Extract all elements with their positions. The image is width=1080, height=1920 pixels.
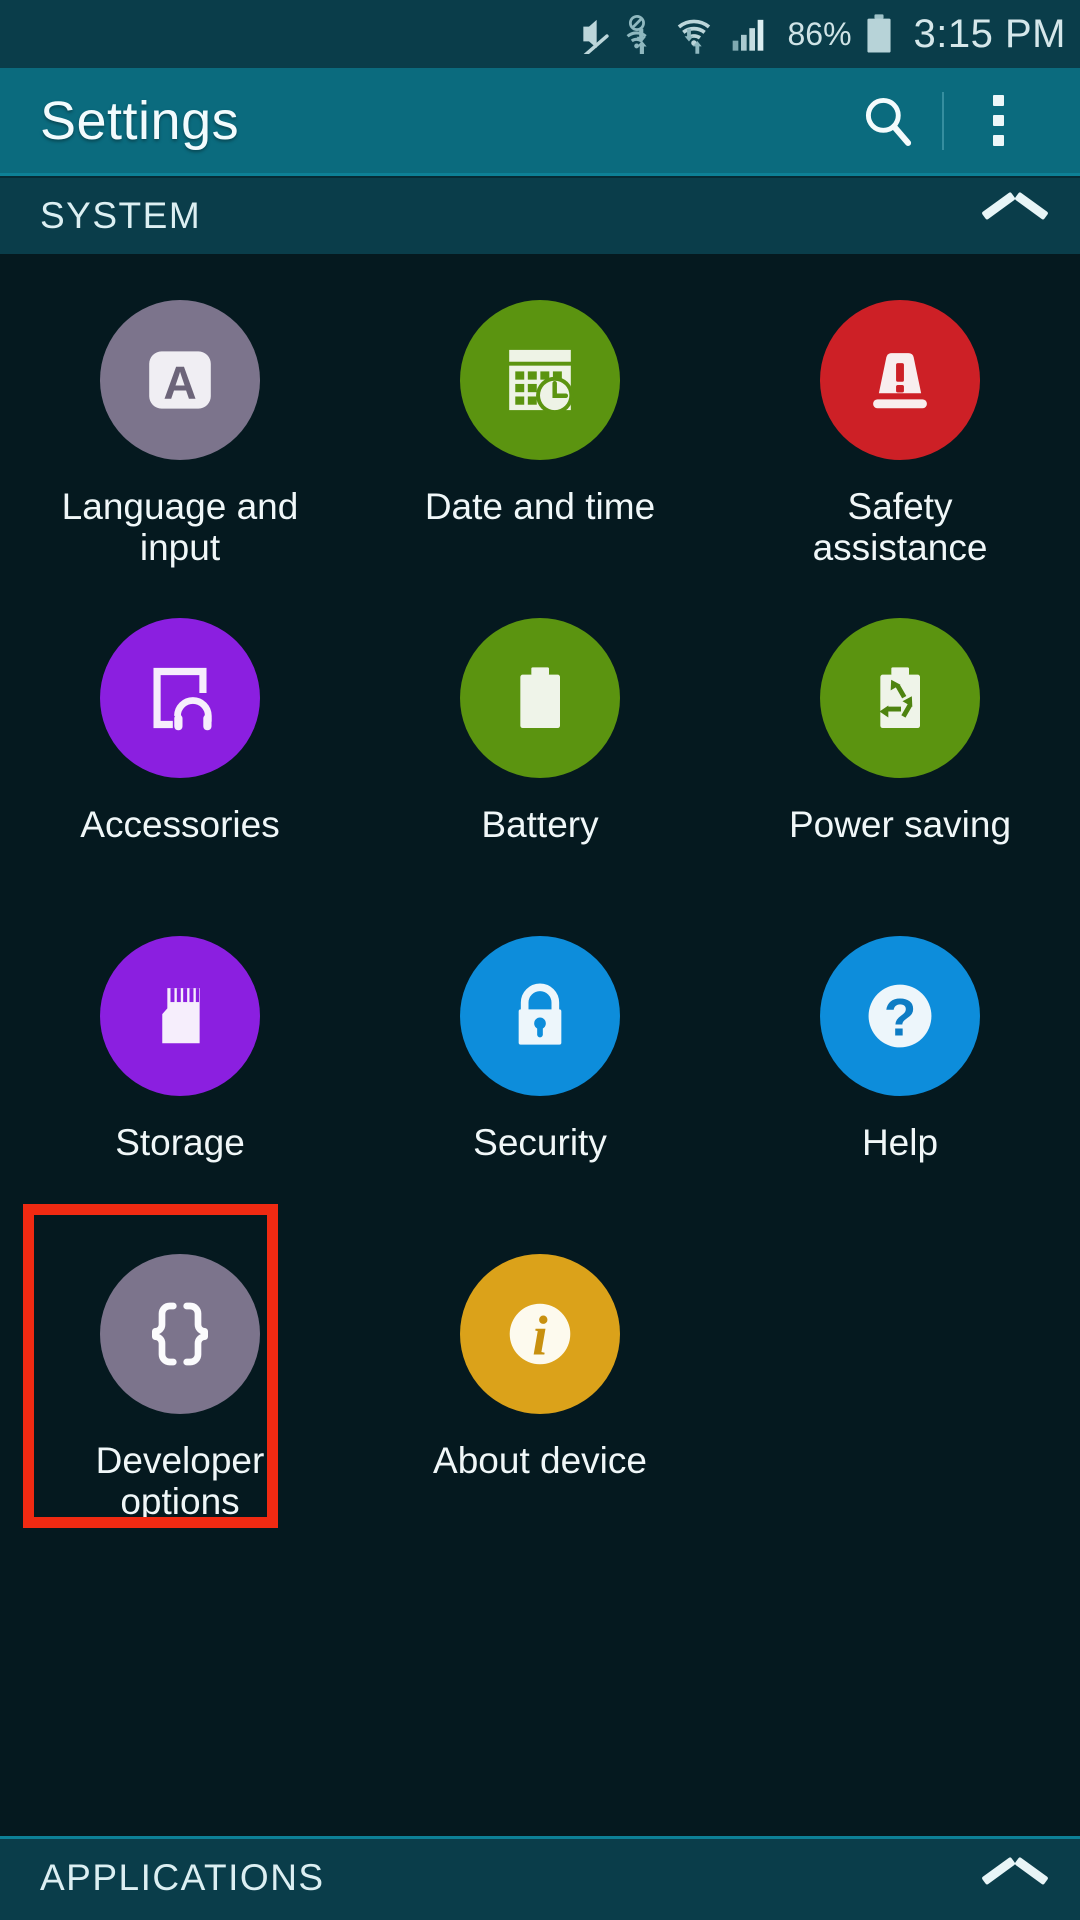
tile-label: Date and time [424, 486, 656, 527]
tile-label: Security [473, 1122, 607, 1163]
tile-badge: i [460, 1254, 620, 1414]
tile-label: Language and input [61, 486, 299, 569]
info-icon: i [509, 1303, 571, 1368]
power-saving-icon [879, 667, 920, 728]
page-title: Settings [40, 90, 240, 151]
tile-label: Accessories [80, 804, 280, 845]
tile-badge: A [100, 300, 260, 460]
tile-language-and-input[interactable]: A Language and input [0, 262, 360, 580]
section-header-system[interactable]: SYSTEM [0, 176, 1080, 254]
tile-date-and-time[interactable]: Date and time [360, 262, 720, 580]
status-bar: 86% 3:15 PM [0, 0, 1080, 68]
tile-badge [100, 936, 260, 1096]
lock-icon [518, 983, 562, 1045]
search-icon [865, 97, 912, 146]
chevron-up-icon[interactable] [984, 1861, 1046, 1901]
question-mark-icon: ? [868, 984, 932, 1048]
tile-about-device[interactable]: i About device [360, 1216, 720, 1534]
language-input-icon: A [149, 351, 211, 409]
section-header-applications[interactable]: APPLICATIONS [0, 1836, 1080, 1920]
signal-bars-icon [733, 19, 764, 51]
tile-label: About device [433, 1440, 647, 1481]
tile-label: Developer options [95, 1440, 265, 1523]
action-bar-divider [942, 91, 944, 150]
curly-braces-icon [152, 1302, 209, 1366]
action-bar-actions [840, 73, 1046, 169]
safety-beacon-icon [873, 353, 927, 409]
tile-security[interactable]: Security [360, 898, 720, 1216]
tile-label: Safety assistance [812, 486, 988, 569]
status-icons: 86% 3:15 PM [575, 12, 1066, 57]
clock-label: 3:15 PM [913, 11, 1066, 56]
tile-help[interactable]: ? Help [720, 898, 1080, 1216]
overflow-menu-button[interactable] [950, 73, 1046, 169]
overflow-menu-icon [992, 95, 1004, 146]
tile-label: Help [861, 1122, 939, 1163]
tile-power-saving[interactable]: Power saving [720, 580, 1080, 898]
tile-label: Storage [115, 1122, 245, 1163]
tile-label: Power saving [788, 804, 1012, 845]
tile-badge [820, 618, 980, 778]
tile-badge [100, 1254, 260, 1414]
wifi-icon [678, 19, 711, 54]
section-title-applications: APPLICATIONS [40, 1857, 325, 1898]
tile-badge [460, 618, 620, 778]
tile-badge [460, 300, 620, 460]
settings-screen: 86% 3:15 PM Settings SYSTEM A Language a… [0, 0, 1080, 1920]
svg-text:?: ? [884, 989, 916, 1048]
settings-grid: A Language and input Date and time Safet… [0, 254, 1080, 1534]
tile-badge [460, 936, 620, 1096]
section-title-system: SYSTEM [40, 195, 202, 236]
search-button[interactable] [840, 73, 936, 169]
battery-percent-label: 86% [787, 15, 852, 52]
settings-grid-wrapper: A Language and input Date and time Safet… [0, 254, 1080, 1836]
tile-battery[interactable]: Battery [360, 580, 720, 898]
tile-label: Battery [481, 804, 599, 845]
accessories-icon [153, 667, 212, 731]
battery-icon [520, 667, 560, 728]
tile-developer-options[interactable]: Developer options [0, 1216, 360, 1534]
tile-badge [820, 300, 980, 460]
tile-badge: ? [820, 936, 980, 1096]
calendar-clock-icon [509, 349, 574, 415]
tile-badge [100, 618, 260, 778]
tile-safety-assistance[interactable]: Safety assistance [720, 262, 1080, 580]
sd-card-icon [162, 988, 200, 1044]
mute-icon [583, 19, 610, 54]
chevron-up-icon[interactable] [984, 196, 1046, 236]
battery-icon [866, 14, 891, 53]
action-bar: Settings [0, 68, 1080, 176]
svg-text:A: A [163, 357, 196, 409]
svg-text:i: i [532, 1306, 548, 1368]
tile-accessories[interactable]: Accessories [0, 580, 360, 898]
tile-storage[interactable]: Storage [0, 898, 360, 1216]
no-wifi-sync-icon [627, 15, 648, 54]
